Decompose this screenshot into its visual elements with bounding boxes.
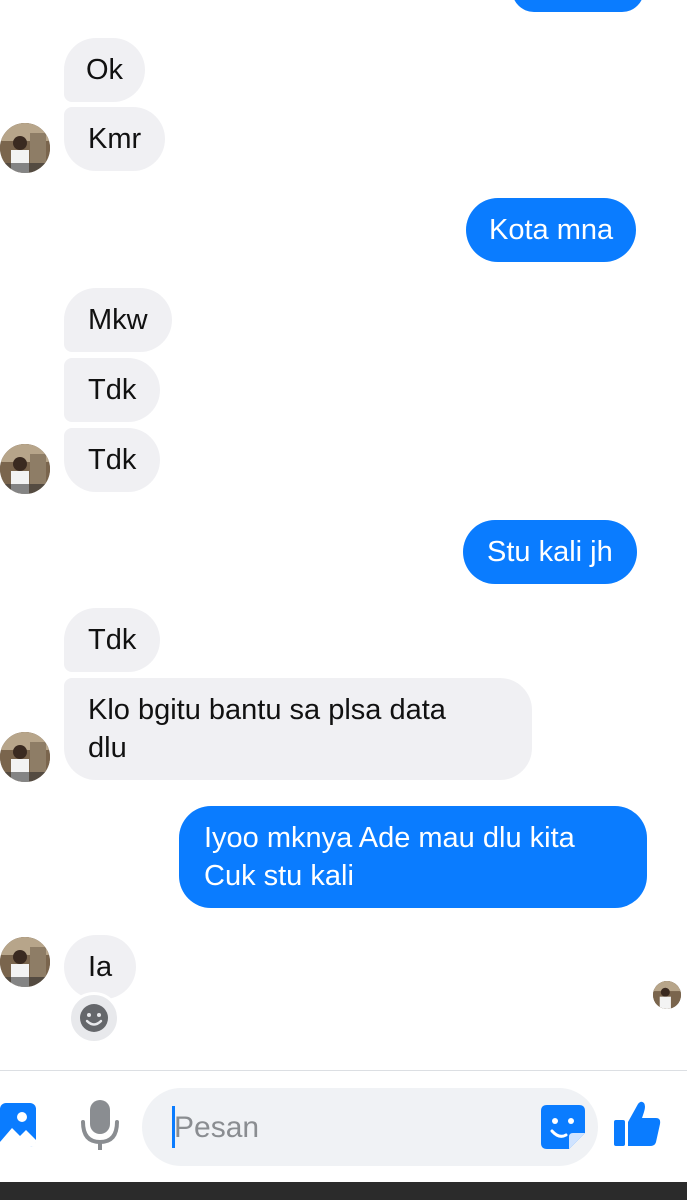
message-bubble-incoming[interactable]: Klo bgitu bantu sa plsa data dlu: [64, 678, 532, 780]
message-text: Tdk: [88, 624, 137, 656]
message-bubble-incoming[interactable]: Kmr: [64, 107, 166, 171]
message-text: Stu kali jh: [487, 536, 613, 568]
message-text: Mkw: [88, 304, 148, 336]
message-bubble-incoming[interactable]: Tdk: [64, 428, 161, 492]
message-text: Ia: [88, 951, 113, 983]
system-navigation-bar: [0, 1182, 687, 1200]
read-receipt-avatar: [653, 981, 681, 1009]
message-bubble-incoming[interactable]: Ok: [64, 38, 146, 102]
contact-avatar[interactable]: [0, 732, 50, 782]
message-text: Tdk: [88, 374, 137, 406]
smiley-icon: [80, 1004, 108, 1032]
message-bubble-incoming[interactable]: Tdk: [64, 358, 161, 422]
message-input-placeholder: Pesan: [174, 1111, 260, 1144]
message-text: Kota mna: [489, 214, 614, 246]
message-bubble-outgoing[interactable]: Kota mna: [466, 198, 637, 262]
message-text: Kmr: [88, 123, 142, 155]
message-bubble-outgoing[interactable]: Stu kali jh: [463, 520, 637, 584]
message-text-line: Klo bgitu bantu sa plsa data: [88, 694, 446, 726]
message-text-line: dlu: [88, 732, 127, 764]
message-text-line: Iyoo mknya Ade mau dlu kita: [204, 822, 575, 854]
image-button[interactable]: [0, 1100, 38, 1150]
like-button[interactable]: [612, 1098, 664, 1150]
message-bubble-incoming[interactable]: Ia: [64, 935, 137, 999]
sticker-icon: [541, 1105, 585, 1149]
message-bubble-incoming[interactable]: Mkw: [64, 288, 172, 352]
thumbs-up-icon: [614, 1101, 661, 1146]
contact-avatar[interactable]: [0, 937, 50, 987]
contact-avatar[interactable]: [0, 123, 50, 173]
microphone-button[interactable]: [78, 1098, 122, 1154]
message-bubble-outgoing[interactable]: Iyoo mknya Ade mau dlu kita Cuk stu kali: [179, 806, 647, 908]
sticker-button[interactable]: [539, 1103, 587, 1151]
reaction-button[interactable]: [68, 992, 120, 1044]
message-text: Ok: [86, 54, 124, 86]
microphone-icon: [81, 1100, 119, 1150]
message-text-line: Cuk stu kali: [204, 860, 354, 892]
message-text: Tdk: [88, 444, 137, 476]
message-bubble-outgoing-partial[interactable]: [512, 0, 644, 12]
message-bubble-incoming[interactable]: Tdk: [64, 608, 161, 672]
image-icon: [0, 1103, 36, 1147]
contact-avatar[interactable]: [0, 444, 50, 494]
